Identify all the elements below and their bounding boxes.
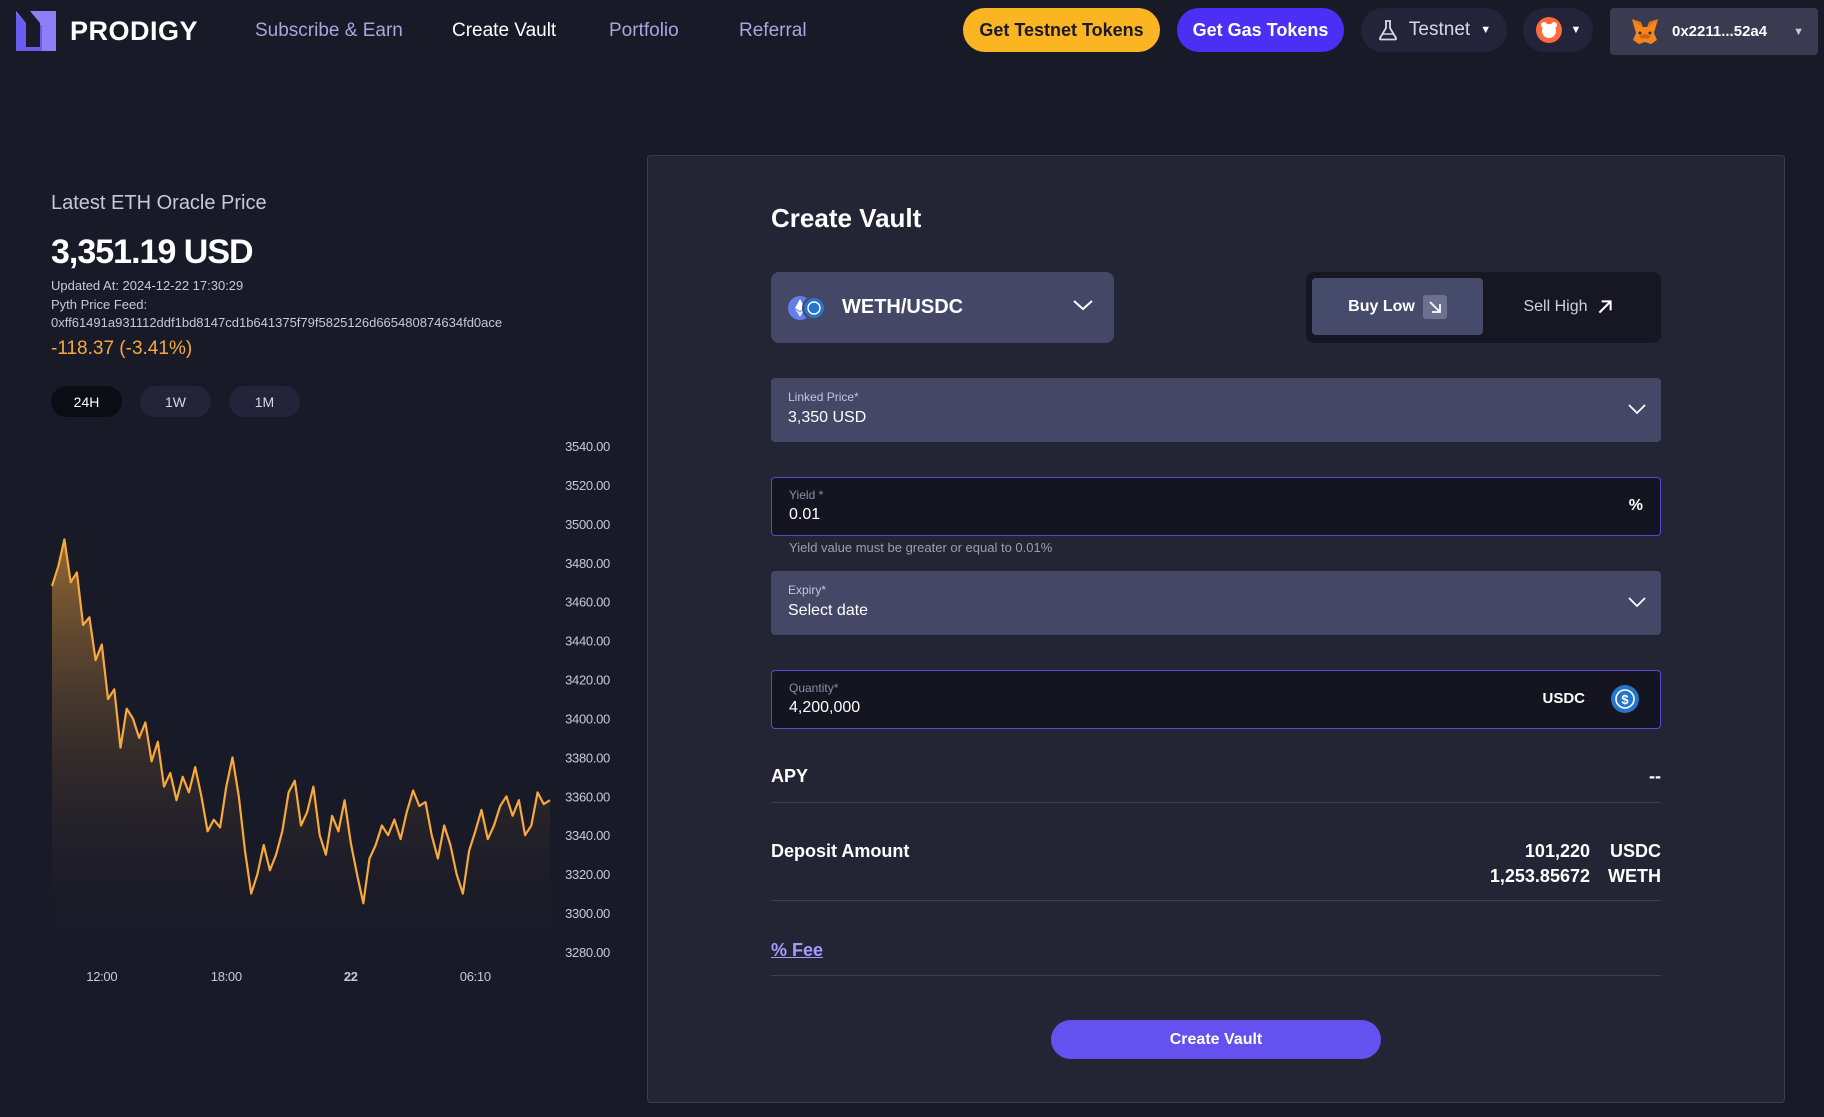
deposit-weth-value: 1,253.85672 — [1489, 866, 1590, 886]
yield-helper-text: Yield value must be greater or equal to … — [789, 540, 1053, 555]
yield-percent-suffix: % — [1628, 497, 1643, 514]
usdc-icon: $ — [1611, 685, 1639, 713]
arrow-down-right-icon — [1422, 294, 1447, 319]
network-label: Testnet — [1408, 19, 1471, 40]
chevron-down-icon — [1073, 300, 1093, 311]
price-change: -118.37 (-3.41%) — [51, 338, 193, 359]
arrow-up-right-icon — [1598, 299, 1612, 313]
fee-link[interactable]: % Fee — [771, 940, 823, 961]
nav-subscribe-earn[interactable]: Subscribe & Earn — [255, 20, 403, 42]
apy-label: APY — [771, 766, 809, 786]
linked-price-select[interactable]: Linked Price* 3,350 USD — [771, 378, 1661, 442]
price-chart: 3540.00 3520.00 3500.00 3480.00 3460.00 3440.… — [50, 439, 610, 984]
expiry-label: Expiry* — [788, 583, 827, 597]
expiry-select[interactable]: Expiry* Select date — [771, 571, 1661, 635]
price-area-fill — [52, 539, 550, 952]
range-tab-24h[interactable]: 24H — [51, 386, 122, 417]
flask-icon — [1378, 20, 1397, 41]
top-nav-bar: PRODIGY Subscribe & Earn Create Vault Po… — [0, 0, 1824, 64]
buy-low-label: Buy Low — [1348, 297, 1415, 315]
oracle-updated-at: Updated At: 2024-12-22 17:30:29 — [51, 278, 244, 293]
wallet-button[interactable]: 0x2211...52a4 ▼ — [1610, 8, 1818, 55]
create-vault-title: Create Vault — [771, 203, 922, 233]
y-tick-label: 3300.00 — [565, 906, 610, 921]
network-select[interactable]: Testnet ▼ — [1361, 8, 1507, 52]
wallet-address: 0x2211...52a4 — [1672, 23, 1768, 40]
linked-price-value: 3,350 USD — [788, 409, 867, 426]
price-feed-id: 0xff61491a931112ddf1bd8147cd1b641375f79f… — [51, 315, 503, 330]
y-tick-label: 3520.00 — [565, 478, 610, 493]
quantity-label: Quantity* — [789, 681, 839, 695]
create-vault-button[interactable]: Create Vault — [1051, 1020, 1381, 1059]
price-feed-label: Pyth Price Feed: — [51, 297, 148, 312]
deposit-amount-label: Deposit Amount — [771, 841, 910, 861]
pair-select[interactable]: WETH/USDC — [771, 272, 1114, 343]
chevron-down-icon — [1628, 404, 1646, 415]
caret-down-icon: ▼ — [1570, 24, 1582, 36]
y-tick-label: 3280.00 — [565, 945, 610, 960]
y-tick-label: 3340.00 — [565, 828, 610, 843]
pair-label: WETH/USDC — [842, 296, 964, 318]
yield-input[interactable]: Yield * 0.01 % — [771, 477, 1661, 536]
yield-label: Yield * — [789, 488, 824, 502]
divider — [771, 900, 1661, 901]
y-tick-label: 3400.00 — [565, 711, 610, 726]
oracle-price-title: Latest ETH Oracle Price — [51, 192, 267, 214]
quantity-input[interactable]: Quantity* 4,200,000 USDC $ — [771, 670, 1661, 729]
sell-high-button[interactable]: Sell High — [1483, 278, 1654, 335]
prodigy-logo-icon — [16, 11, 56, 51]
x-tick-label: 22 — [344, 969, 358, 984]
chain-select[interactable]: ▼ — [1523, 8, 1593, 52]
y-tick-label: 3540.00 — [565, 439, 610, 454]
brand-name: PRODIGY — [70, 15, 199, 46]
divider — [771, 802, 1661, 803]
metamask-fox-icon — [1632, 18, 1658, 44]
y-tick-label: 3480.00 — [565, 556, 610, 571]
y-tick-label: 3460.00 — [565, 595, 610, 610]
x-tick-label: 18:00 — [211, 969, 242, 984]
chevron-down-icon — [1628, 597, 1646, 608]
get-testnet-tokens-button[interactable]: Get Testnet Tokens — [963, 8, 1160, 52]
side-toggle: Buy Low Sell High — [1306, 272, 1661, 343]
oracle-price-value: 3,351.19 USD — [51, 233, 254, 271]
y-tick-label: 3440.00 — [565, 634, 610, 649]
apy-value: -- — [1649, 766, 1661, 786]
y-tick-label: 3320.00 — [565, 867, 610, 882]
linked-price-label: Linked Price* — [788, 390, 859, 404]
x-tick-label: 06:10 — [460, 969, 491, 984]
quantity-value[interactable]: 4,200,000 — [789, 699, 860, 717]
expiry-value: Select date — [788, 602, 869, 619]
buy-low-button[interactable]: Buy Low — [1312, 278, 1483, 335]
range-tab-1m[interactable]: 1M — [229, 386, 300, 417]
svg-text:$: $ — [1621, 692, 1629, 707]
get-gas-tokens-button[interactable]: Get Gas Tokens — [1177, 8, 1344, 52]
sell-high-label: Sell High — [1523, 297, 1588, 315]
chart-range-tabs: 24H 1W 1M — [51, 386, 300, 417]
brand-logo[interactable]: PRODIGY — [16, 11, 198, 51]
pair-token-icons — [788, 294, 828, 322]
usdc-icon — [802, 295, 826, 320]
nav-portfolio[interactable]: Portfolio — [609, 20, 679, 42]
y-tick-label: 3380.00 — [565, 750, 610, 765]
nav-create-vault[interactable]: Create Vault — [452, 20, 556, 42]
nav-referral[interactable]: Referral — [739, 20, 807, 42]
x-tick-label: 12:00 — [86, 969, 117, 984]
divider — [771, 975, 1661, 976]
quantity-unit: USDC — [1542, 690, 1585, 707]
caret-down-icon: ▼ — [1793, 25, 1804, 38]
deposit-weth-unit: WETH — [1608, 866, 1661, 886]
y-tick-label: 3500.00 — [565, 517, 610, 532]
range-tab-1w[interactable]: 1W — [140, 386, 211, 417]
chain-logo-icon — [1535, 17, 1562, 43]
y-tick-label: 3420.00 — [565, 673, 610, 688]
y-tick-label: 3360.00 — [565, 789, 610, 804]
caret-down-icon: ▼ — [1480, 24, 1492, 36]
yield-value[interactable]: 0.01 — [789, 506, 820, 524]
deposit-usdc-value: 101,220 — [1524, 841, 1590, 861]
deposit-usdc-unit: USDC — [1609, 841, 1661, 861]
